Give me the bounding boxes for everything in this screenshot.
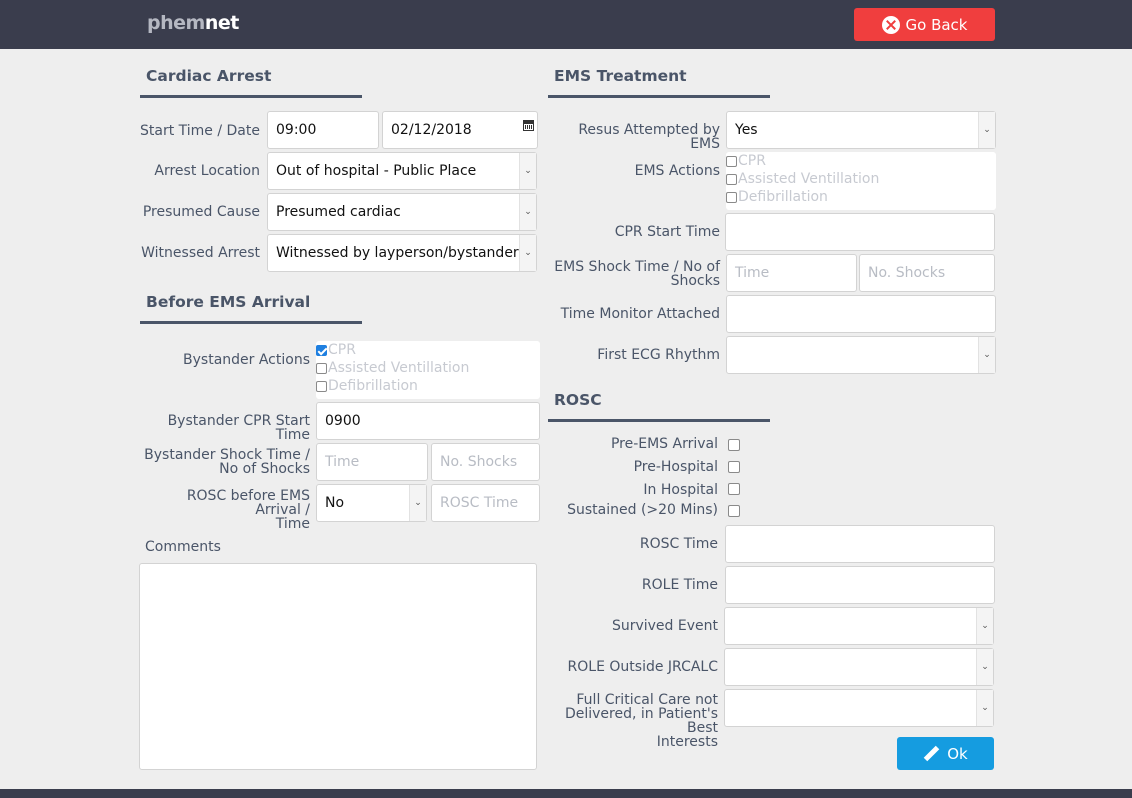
chevron-down-icon: ⌄: [519, 153, 536, 189]
start-date-input[interactable]: 02/12/2018: [382, 111, 538, 149]
bystander-shock-time-input[interactable]: Time: [316, 443, 428, 481]
checkbox[interactable]: [316, 380, 327, 392]
chevron-down-icon: ⌄: [976, 608, 993, 644]
ems-defibrillation-option[interactable]: Defibrillation: [726, 188, 996, 206]
section-divider: [140, 321, 362, 324]
witnessed-arrest-label: Witnessed Arrest: [141, 245, 260, 261]
resus-attempted-value: Yes: [735, 122, 758, 138]
arrest-location-value: Out of hospital - Public Place: [276, 163, 477, 179]
first-ecg-label: First ECG Rhythm: [597, 347, 720, 363]
monitor-attached-input[interactable]: [726, 295, 996, 333]
section-title-rosc: ROSC: [554, 391, 602, 409]
bystander-defibrillation-option[interactable]: Defibrillation: [316, 377, 540, 395]
ems-ventilation-option[interactable]: Assisted Ventillation: [726, 170, 996, 188]
rosc-in-hospital-checkbox[interactable]: [728, 483, 740, 495]
go-back-button[interactable]: Go Back: [854, 8, 995, 41]
checkbox[interactable]: [316, 362, 327, 374]
ems-actions-label: EMS Actions: [634, 163, 720, 179]
chevron-down-icon: ⌄: [519, 194, 536, 230]
survived-event-select[interactable]: ⌄: [724, 607, 994, 645]
section-title-before-ems: Before EMS Arrival: [146, 293, 311, 311]
chevron-down-icon: ⌄: [978, 112, 995, 148]
bottom-bar: [0, 789, 1132, 798]
calendar-icon[interactable]: [523, 120, 534, 131]
resus-attempted-label: Resus Attempted by EMS: [578, 122, 720, 152]
role-time-field[interactable]: [725, 566, 995, 604]
bystander-actions-label: Bystander Actions: [183, 352, 310, 368]
cpr-start-time-input[interactable]: [725, 213, 995, 251]
full-care-label: Full Critical Care not Delivered, in Pat…: [564, 692, 718, 750]
chevron-down-icon: ⌄: [976, 690, 993, 726]
first-ecg-select[interactable]: ⌄: [726, 336, 996, 374]
monitor-attached-label: Time Monitor Attached: [560, 306, 720, 322]
rosc-before-ems-select[interactable]: No ⌄: [316, 484, 427, 522]
ok-button[interactable]: Ok: [897, 737, 994, 770]
pencil-icon: [923, 746, 939, 762]
rosc-pre-hospital-checkbox[interactable]: [728, 461, 740, 473]
role-outside-label: ROLE Outside JRCALC: [567, 659, 718, 675]
start-time-label: Start Time / Date: [140, 123, 260, 139]
checkbox[interactable]: [726, 173, 737, 185]
presumed-cause-label: Presumed Cause: [142, 204, 260, 220]
bystander-cpr-option[interactable]: CPR: [316, 341, 540, 359]
ems-shock-time-input[interactable]: Time: [726, 254, 857, 292]
close-circle-icon: [881, 15, 900, 34]
role-time-label: ROLE Time: [641, 577, 718, 593]
start-time-input[interactable]: 09:00: [267, 111, 379, 149]
bystander-cpr-start-label: Bystander CPR Start Time: [167, 413, 310, 443]
arrest-location-select[interactable]: Out of hospital - Public Place ⌄: [267, 152, 537, 190]
ok-label: Ok: [947, 744, 968, 763]
bystander-shock-label: Bystander Shock Time / No of Shocks: [144, 447, 310, 477]
section-divider: [548, 95, 770, 98]
ems-shock-count-input[interactable]: No. Shocks: [859, 254, 995, 292]
rosc-sustained-label: Sustained (>20 Mins): [567, 502, 718, 518]
cpr-start-time-label: CPR Start Time: [614, 224, 720, 240]
rosc-pre-ems-label: Pre-EMS Arrival: [610, 436, 718, 452]
survived-event-label: Survived Event: [611, 618, 718, 634]
comments-textarea[interactable]: [139, 563, 537, 770]
resus-attempted-select[interactable]: Yes ⌄: [726, 111, 996, 149]
checkbox[interactable]: [726, 191, 737, 203]
ems-actions-group: CPR Assisted Ventillation Defibrillation: [726, 152, 996, 210]
ems-shock-label: EMS Shock Time / No of Shocks: [554, 259, 720, 289]
bystander-cpr-start-input[interactable]: 0900: [316, 402, 540, 440]
section-title-ems-treatment: EMS Treatment: [554, 67, 687, 85]
bystander-actions-group: CPR Assisted Ventillation Defibrillation: [316, 341, 540, 399]
bystander-ventilation-option[interactable]: Assisted Ventillation: [316, 359, 540, 377]
go-back-label: Go Back: [905, 15, 968, 34]
rosc-in-hospital-label: In Hospital: [643, 482, 718, 498]
chevron-down-icon: ⌄: [978, 337, 995, 373]
bystander-shock-count-input[interactable]: No. Shocks: [431, 443, 540, 481]
rosc-sustained-checkbox[interactable]: [728, 505, 740, 517]
rosc-before-ems-value: No: [325, 495, 345, 511]
app-logo: phemnet: [147, 12, 239, 34]
section-divider: [140, 95, 362, 98]
presumed-cause-select[interactable]: Presumed cardiac ⌄: [267, 193, 537, 231]
chevron-down-icon: ⌄: [519, 235, 536, 271]
checkbox[interactable]: [726, 155, 737, 167]
rosc-pre-ems-checkbox[interactable]: [728, 439, 740, 451]
section-title-cardiac-arrest: Cardiac Arrest: [146, 67, 272, 85]
ems-cpr-option[interactable]: CPR: [726, 152, 996, 170]
full-care-select[interactable]: ⌄: [724, 689, 994, 727]
chevron-down-icon: ⌄: [976, 649, 993, 685]
rosc-time-label: ROSC Time: [639, 536, 718, 552]
chevron-down-icon: ⌄: [409, 485, 426, 521]
top-bar: phemnet Go Back: [0, 0, 1132, 49]
comments-label: Comments: [145, 539, 221, 555]
section-divider: [548, 419, 770, 422]
witnessed-arrest-value: Witnessed by layperson/bystander: [276, 245, 519, 261]
presumed-cause-value: Presumed cardiac: [276, 204, 401, 220]
witnessed-arrest-select[interactable]: Witnessed by layperson/bystander ⌄: [267, 234, 537, 272]
role-outside-select[interactable]: ⌄: [724, 648, 994, 686]
rosc-time-field[interactable]: [725, 525, 995, 563]
arrest-location-label: Arrest Location: [154, 163, 260, 179]
checkbox-checked[interactable]: [316, 344, 327, 356]
rosc-before-ems-label: ROSC before EMS Arrival / Time: [186, 488, 310, 532]
rosc-pre-hospital-label: Pre-Hospital: [633, 459, 718, 475]
rosc-time-input[interactable]: ROSC Time: [431, 484, 540, 522]
